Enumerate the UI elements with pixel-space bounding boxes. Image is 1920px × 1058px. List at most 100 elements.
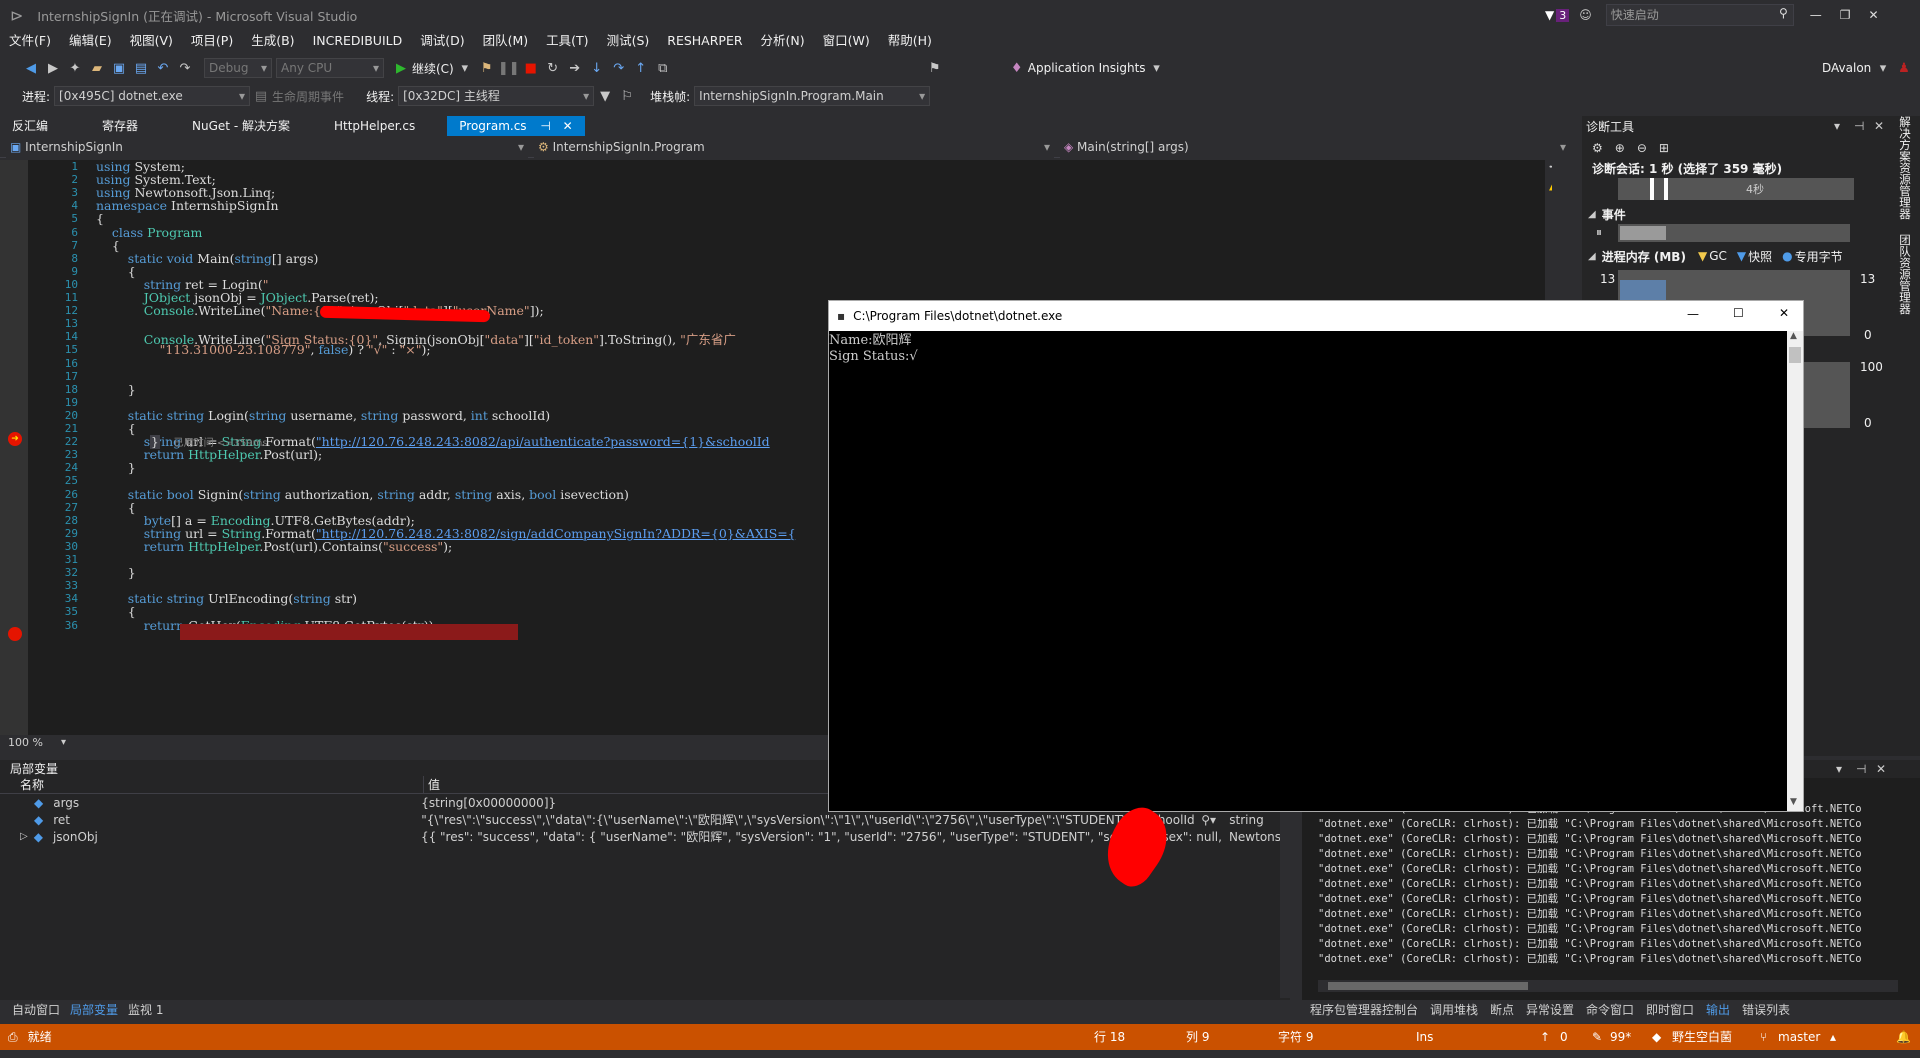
user-name[interactable]: DAvalon <box>1822 61 1871 75</box>
maximize-button[interactable]: ❐ <box>1840 8 1851 22</box>
console-titlebar[interactable]: ▪ C:\Program Files\dotnet\dotnet.exe — ☐… <box>829 301 1803 331</box>
collapse-memory-icon[interactable]: ◢ <box>1588 251 1596 262</box>
settings-gear-icon[interactable]: ⚙ <box>1592 141 1603 155</box>
tab-immediate-window[interactable]: 即时窗口 <box>1646 1001 1694 1018</box>
reset-view-icon[interactable]: ⊞ <box>1659 141 1669 155</box>
open-file-icon[interactable]: ▰ <box>86 57 108 79</box>
notification-badge[interactable]: 3 <box>1556 8 1570 22</box>
menu-help[interactable]: 帮助(H) <box>879 30 941 52</box>
back-icon[interactable]: ◀ <box>20 57 42 79</box>
zoom-control[interactable]: 100 % ▾ <box>8 734 66 750</box>
platform-select[interactable]: Any CPU <box>276 58 384 78</box>
tab-call-stack[interactable]: 调用堆栈 <box>1430 1001 1478 1018</box>
console-scroll-up-icon[interactable]: ▲ <box>1790 331 1797 341</box>
new-project-icon[interactable]: ✦ <box>64 57 86 79</box>
search-icon[interactable]: ⚲ <box>1779 6 1788 20</box>
thread-flag-icon[interactable]: ⚐ <box>616 85 638 107</box>
menu-debug[interactable]: 调试(D) <box>411 30 473 52</box>
locals-row-ret[interactable]: ◆ ret "{\"res\":\"success\",\"data\":{\"… <box>0 811 1290 828</box>
col-value[interactable]: 值 <box>424 776 440 793</box>
class-select[interactable]: ⚙ InternshipSignIn.Program <box>534 137 1054 158</box>
hex-icon[interactable]: ⧉ <box>652 57 674 79</box>
console-close-button[interactable]: ✕ <box>1779 306 1789 320</box>
tab-error-list[interactable]: 错误列表 <box>1742 1001 1790 1018</box>
tab-autos[interactable]: 自动窗口 <box>12 1001 60 1018</box>
stackframe-select[interactable]: InternshipSignIn.Program.Main <box>694 86 931 106</box>
pause-icon[interactable]: ❚❚ <box>498 57 520 79</box>
continue-button[interactable]: 继续(C) <box>412 60 454 77</box>
diag-dropdown-icon[interactable]: ▾ <box>1834 119 1840 133</box>
var-value[interactable]: {{ "res": "success", "data": { "userName… <box>421 828 1229 845</box>
status-pending[interactable]: 99* <box>1610 1024 1631 1050</box>
tab-nuget[interactable]: NuGet - 解决方案 <box>180 116 302 136</box>
save-all-icon[interactable]: ▤ <box>130 57 152 79</box>
app-insights-chevron-icon[interactable]: ▾ <box>1146 57 1168 79</box>
step-over-icon[interactable]: ↷ <box>608 57 630 79</box>
status-branch[interactable]: master <box>1778 1024 1820 1050</box>
visualizer-icon[interactable]: ⚲▾ <box>1201 813 1229 827</box>
config-select[interactable]: Debug <box>204 58 272 78</box>
menu-test[interactable]: 测试(S) <box>598 30 659 52</box>
quick-launch-input[interactable]: 快速启动 ⚲ <box>1605 4 1794 26</box>
pending-edit-icon[interactable]: ✎ <box>1592 1024 1602 1050</box>
thread-select[interactable]: [0x32DC] 主线程 <box>398 86 595 106</box>
user-menu-chevron-icon[interactable]: ▾ <box>1872 57 1894 79</box>
filter-icon[interactable]: ▼ <box>1545 8 1554 22</box>
restart-icon[interactable]: ↻ <box>542 57 564 79</box>
tab-exception-settings[interactable]: 异常设置 <box>1526 1001 1574 1018</box>
console-minimize-button[interactable]: — <box>1687 307 1699 321</box>
menu-window[interactable]: 窗口(W) <box>814 30 879 52</box>
chevron-down-icon[interactable]: ▾ <box>454 57 476 79</box>
console-maximize-button[interactable]: ☐ <box>1733 306 1744 320</box>
tab-registers[interactable]: 寄存器 <box>90 116 150 136</box>
tab-disassembly[interactable]: 反汇编 <box>0 116 60 136</box>
close-tab-icon[interactable]: ✕ <box>563 119 573 133</box>
tab-program[interactable]: Program.cs ⊣ ✕ <box>447 116 585 136</box>
close-window-button[interactable]: ✕ <box>1869 8 1879 22</box>
project-select[interactable]: ▣ InternshipSignIn <box>6 137 528 158</box>
notifications-icon[interactable]: 🔔 <box>1896 1024 1911 1050</box>
repo-icon[interactable]: ◆ <box>1652 1024 1661 1050</box>
step-out-icon[interactable]: ↑ <box>630 57 652 79</box>
forward-icon[interactable]: ▶ <box>42 57 64 79</box>
tab-command-window[interactable]: 命令窗口 <box>1586 1001 1634 1018</box>
output-pin-icon[interactable]: ⊣ <box>1856 762 1866 776</box>
diag-close-icon[interactable]: ✕ <box>1874 119 1884 133</box>
var-value[interactable]: "{\"res\":\"success\",\"data\":{\"userNa… <box>421 811 1201 828</box>
zoom-out-icon[interactable]: ⊖ <box>1637 141 1647 155</box>
user-avatar-icon[interactable]: ♟ <box>1893 57 1915 79</box>
output-hscroll-thumb[interactable] <box>1328 982 1528 990</box>
menu-build[interactable]: 生成(B) <box>242 30 303 52</box>
redo-icon[interactable]: ↷ <box>174 57 196 79</box>
console-scrollbar[interactable]: ▲ ▼ <box>1787 331 1803 811</box>
split-icon[interactable]: ✢ <box>1549 160 1552 174</box>
tab-package-manager[interactable]: 程序包管理器控制台 <box>1310 1001 1418 1018</box>
member-select[interactable]: ◈ Main(string[] args) <box>1060 137 1570 158</box>
continue-icon[interactable]: ▶ <box>390 57 412 79</box>
side-tab-solution-explorer[interactable]: 解决方案资源管理器 <box>1893 116 1913 224</box>
app-insights-button[interactable]: Application Insights <box>1028 61 1146 75</box>
lifecycle-icon[interactable]: ▤ <box>250 85 272 107</box>
branch-chevron-icon[interactable]: ▴ <box>1830 1024 1836 1050</box>
thread-filter-icon[interactable]: ▼ <box>594 85 616 107</box>
feedback-icon[interactable]: ☺ <box>1579 8 1592 22</box>
app-insights-icon[interactable]: ♦ <box>1006 57 1028 79</box>
col-name[interactable]: 名称 <box>0 776 424 793</box>
zoom-in-icon[interactable]: ⊕ <box>1615 141 1625 155</box>
menu-resharper[interactable]: RESHARPER <box>658 30 751 52</box>
stop-icon[interactable]: ■ <box>520 57 542 79</box>
menu-tools[interactable]: 工具(T) <box>537 30 597 52</box>
tab-httphelper[interactable]: HttpHelper.cs <box>322 116 427 136</box>
menu-project[interactable]: 项目(P) <box>182 30 242 52</box>
minimize-button[interactable]: — <box>1810 8 1822 22</box>
locals-row-jsonobj[interactable]: ▷ ◆ jsonObj {{ "res": "success", "data":… <box>0 828 1290 845</box>
menu-analyze[interactable]: 分析(N) <box>752 30 814 52</box>
console-scroll-down-icon[interactable]: ▼ <box>1790 797 1797 807</box>
tab-breakpoints[interactable]: 断点 <box>1490 1001 1514 1018</box>
pin-icon[interactable]: ⊣ <box>540 119 550 133</box>
lifecycle-events[interactable]: 生命周期事件 <box>272 88 344 105</box>
side-tab-team-explorer[interactable]: 团队资源管理器 <box>1893 234 1913 334</box>
menu-view[interactable]: 视图(V) <box>121 30 182 52</box>
push-arrow-icon[interactable]: ↑ <box>1540 1024 1550 1050</box>
save-icon[interactable]: ▣ <box>108 57 130 79</box>
